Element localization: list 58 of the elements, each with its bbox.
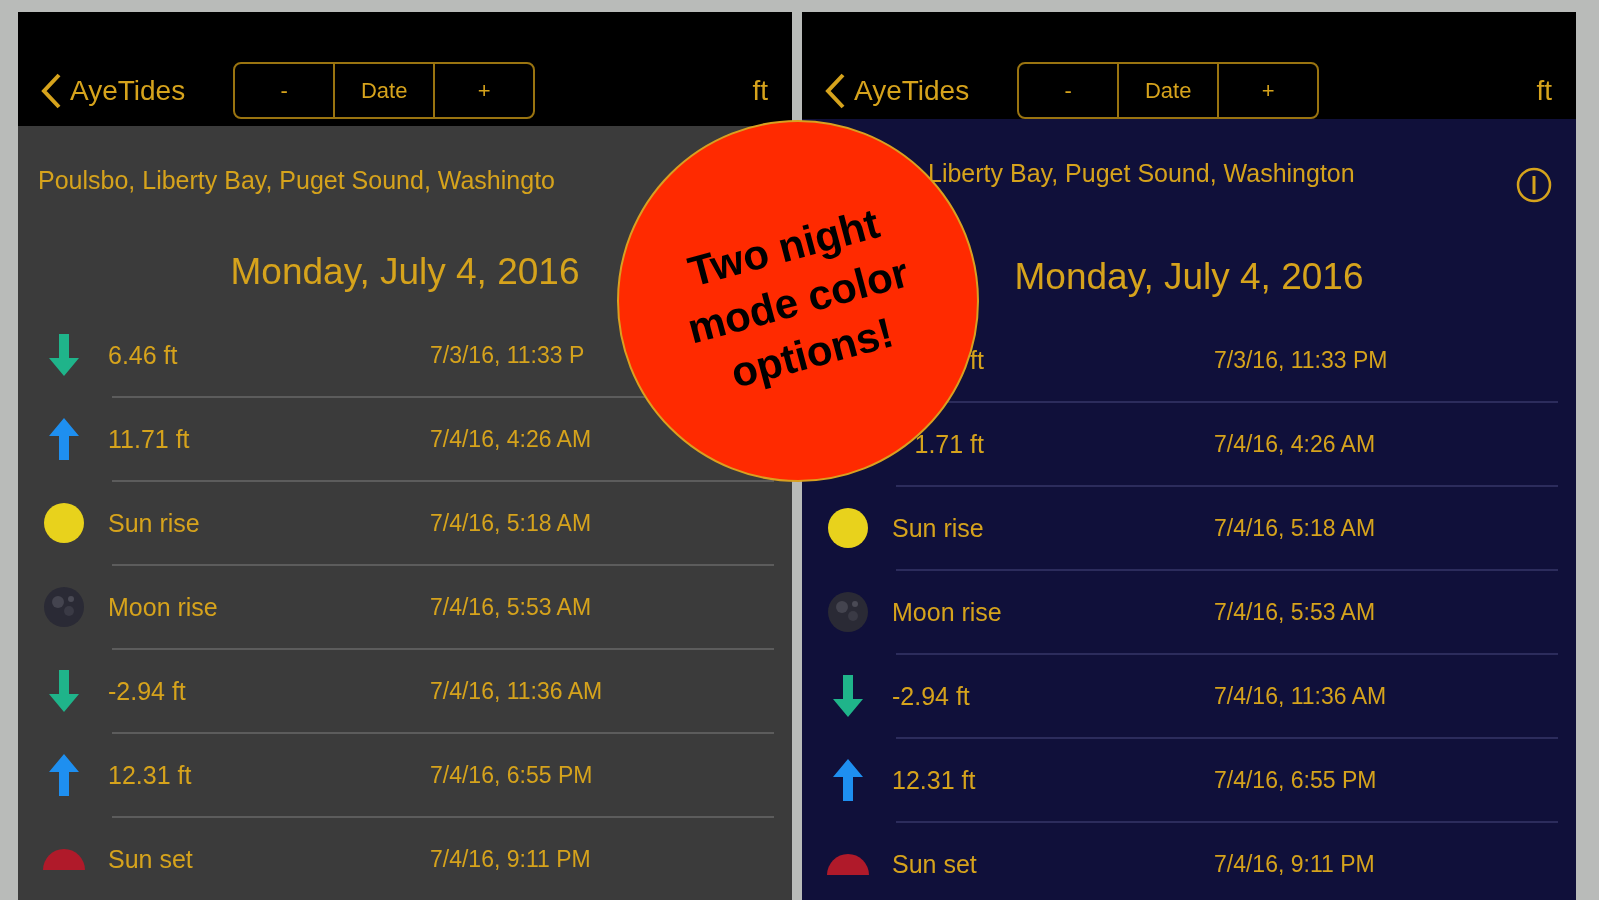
unit-button[interactable]: ft — [752, 62, 768, 119]
event-time: 7/4/16, 9:11 PM — [1214, 850, 1375, 878]
event-value: 6.46 ft — [108, 340, 179, 370]
badge-text: Two night mode color options! — [681, 198, 915, 400]
back-button[interactable]: AyeTides — [824, 62, 970, 119]
date-title: Monday, July 4, 2016 — [1014, 256, 1364, 297]
up-arrow-icon — [49, 754, 79, 796]
stepper-segment[interactable]: - — [1019, 64, 1118, 117]
event-value: Sun rise — [892, 513, 985, 543]
stepper-segment[interactable]: Date — [1117, 64, 1218, 117]
event-value: Sun set — [108, 844, 194, 874]
date-title: Monday, July 4, 2016 — [230, 251, 580, 292]
sunset-icon — [43, 848, 85, 870]
stepper-segment[interactable]: + — [433, 64, 534, 117]
up-arrow-icon — [49, 418, 79, 460]
chevron-left-icon — [40, 72, 62, 109]
event-time: 7/3/16, 11:33 P — [430, 341, 585, 369]
event-time: 7/4/16, 5:53 AM — [430, 593, 592, 621]
event-value: -2.94 ft — [108, 676, 187, 706]
event-value: ft — [969, 345, 984, 375]
event-time: 7/4/16, 5:18 AM — [1214, 514, 1376, 542]
info-icon[interactable] — [1516, 167, 1552, 203]
event-value: Moon rise — [892, 597, 1003, 627]
event-value: -2.94 ft — [892, 681, 971, 711]
stepper-segment[interactable]: Date — [333, 64, 434, 117]
sunset-icon — [827, 853, 869, 875]
location-name: Liberty Bay, Puget Sound, Washington — [928, 158, 1355, 189]
back-button[interactable]: AyeTides — [40, 62, 186, 119]
event-time: 7/4/16, 5:18 AM — [430, 509, 592, 537]
chevron-left-icon — [824, 72, 846, 109]
stepper-segment[interactable]: + — [1217, 64, 1318, 117]
moon-icon — [44, 587, 84, 627]
event-value: 11.71 ft — [108, 424, 191, 454]
down-arrow-icon — [49, 334, 79, 376]
event-time: 7/4/16, 4:26 AM — [430, 425, 592, 453]
event-time: 7/4/16, 4:26 AM — [1214, 430, 1376, 458]
event-time: 7/4/16, 6:55 PM — [1214, 766, 1377, 794]
event-value: Sun set — [892, 849, 978, 879]
stepper-segment[interactable]: - — [235, 64, 334, 117]
up-arrow-icon — [833, 759, 863, 801]
event-value: 12.31 ft — [892, 765, 977, 795]
event-value: Moon rise — [108, 592, 219, 622]
event-time: 7/4/16, 5:53 AM — [1214, 598, 1376, 626]
down-arrow-icon — [833, 675, 863, 717]
moon-icon — [828, 592, 868, 632]
event-value: 12.31 ft — [108, 760, 193, 790]
location-name: Poulsbo, Liberty Bay, Puget Sound, Washingto — [38, 165, 555, 196]
sun-icon — [44, 503, 84, 543]
event-time: 7/4/16, 11:36 AM — [1214, 682, 1387, 710]
event-value: 1.71 ft — [913, 429, 984, 459]
down-arrow-icon — [49, 670, 79, 712]
event-time: 7/3/16, 11:33 PM — [1214, 346, 1388, 374]
event-time: 7/4/16, 6:55 PM — [430, 761, 593, 789]
unit-button[interactable]: ft — [1536, 62, 1552, 119]
event-time: 7/4/16, 11:36 AM — [430, 677, 603, 705]
event-time: 7/4/16, 9:11 PM — [430, 845, 591, 873]
event-value: Sun rise — [108, 508, 201, 538]
sun-icon — [828, 508, 868, 548]
